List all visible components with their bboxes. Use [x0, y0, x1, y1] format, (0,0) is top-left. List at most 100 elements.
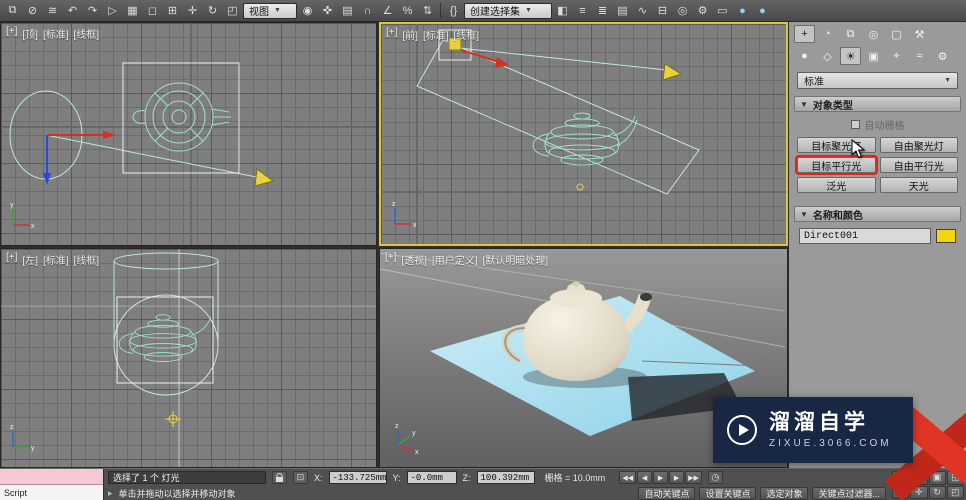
select-object-icon[interactable]: ▷ — [103, 2, 122, 20]
light-target-icon[interactable] — [255, 169, 273, 186]
render-iterative-icon[interactable]: ● — [753, 2, 772, 20]
target-direct-light-button[interactable]: 目标平行光 — [797, 157, 876, 173]
select-and-rotate-icon[interactable]: ↻ — [203, 2, 222, 20]
named-selection-sets-dropdown[interactable]: 创建选择集▼ — [464, 3, 552, 19]
free-direct-light-button[interactable]: 自由平行光 — [880, 157, 959, 173]
viewport-front[interactable]: [+] [前] [标准] [线框] — [379, 22, 788, 246]
selected-filter-dropdown[interactable]: 选定对象 — [760, 487, 808, 500]
skylight-button[interactable]: 天光 — [880, 177, 959, 193]
x-coordinate-field[interactable]: -133.725mm — [329, 471, 387, 484]
unlink-selection-icon[interactable]: ⊘ — [23, 2, 42, 20]
teapot-wireframe-left[interactable] — [119, 315, 211, 362]
rectangular-selection-region-icon[interactable]: ◻ — [143, 2, 162, 20]
viewport-shading[interactable]: [默认明暗处理] — [483, 252, 549, 267]
hierarchy-tab[interactable]: ⧉ — [840, 25, 861, 43]
time-configuration-icon[interactable]: ◷ — [708, 471, 723, 484]
viewport-view-name[interactable]: [左] — [22, 252, 38, 267]
select-and-scale-icon[interactable]: ◰ — [223, 2, 242, 20]
viewport-view-name[interactable]: [顶] — [22, 26, 38, 41]
modify-tab[interactable]: ◔ — [817, 25, 838, 43]
previous-frame-button[interactable]: ◀ — [637, 471, 652, 484]
key-filters-button[interactable]: 关键点过滤器... — [812, 487, 886, 500]
absolute-mode-toggle-icon[interactable]: ⊡ — [293, 471, 308, 484]
percent-snap-icon[interactable]: % — [398, 2, 417, 20]
set-key-button[interactable]: 设置关键点 — [699, 487, 756, 500]
layer-manager-icon[interactable]: ≣ — [593, 2, 612, 20]
listener-line[interactable]: Script — [0, 485, 103, 500]
direct-light-gizmo[interactable] — [10, 91, 261, 185]
maxscript-mini-listener[interactable]: Script — [0, 469, 104, 500]
name-color-rollout-header[interactable]: ▼ 名称和颜色 — [794, 206, 961, 222]
go-to-end-button[interactable]: ▶▶ — [685, 471, 702, 484]
teapot-wireframe-top[interactable] — [133, 83, 231, 151]
motion-tab[interactable]: ◎ — [863, 25, 884, 43]
viewport-left[interactable]: [+] [左] [标准] [线框] — [0, 248, 377, 468]
viewport-style[interactable]: [标准] — [43, 252, 69, 267]
lights-category[interactable]: ☀ — [840, 47, 861, 65]
select-and-manipulate-icon[interactable]: ✜ — [318, 2, 337, 20]
snap-toggle-icon[interactable]: ∩ — [358, 2, 377, 20]
viewport-shading[interactable]: [线框] — [74, 252, 100, 267]
curve-editor-icon[interactable]: ∿ — [633, 2, 652, 20]
autogrid-checkbox[interactable] — [851, 120, 860, 129]
omni-light-button[interactable]: 泛光 — [797, 177, 876, 193]
reference-coordinate-dropdown[interactable]: 视图▼ — [243, 3, 297, 19]
viewport-menu[interactable]: [+] — [6, 26, 17, 41]
angle-snap-icon[interactable]: ∠ — [378, 2, 397, 20]
helpers-category[interactable]: ⌖ — [886, 47, 907, 65]
rendered-frame-window-icon[interactable]: ▭ — [713, 2, 732, 20]
spacewarps-category[interactable]: ≈ — [909, 47, 930, 65]
viewport-top[interactable]: [+] [顶] [标准] [线框] — [0, 22, 377, 246]
viewport-menu[interactable]: [+] — [6, 252, 17, 267]
free-spotlight-button[interactable]: 自由聚光灯 — [880, 137, 959, 153]
align-icon[interactable]: ≡ — [573, 2, 592, 20]
viewport-style[interactable]: [标准] — [43, 26, 69, 41]
select-and-link-icon[interactable]: ⧉ — [3, 2, 22, 20]
display-tab[interactable]: ▢ — [886, 25, 907, 43]
direct-light-beam[interactable] — [114, 253, 218, 395]
render-setup-icon[interactable]: ⚙ — [693, 2, 712, 20]
material-editor-icon[interactable]: ◎ — [673, 2, 692, 20]
spinner-snap-icon[interactable]: ⇅ — [418, 2, 437, 20]
object-type-rollout-header[interactable]: ▼ 对象类型 — [794, 96, 961, 112]
teapot-wireframe-front[interactable] — [533, 113, 637, 165]
create-tab[interactable]: + — [794, 25, 815, 43]
keyboard-override-icon[interactable]: ▤ — [338, 2, 357, 20]
render-production-icon[interactable]: ● — [733, 2, 752, 20]
go-to-start-button[interactable]: ◀◀ — [619, 471, 636, 484]
select-by-name-icon[interactable]: ▦ — [123, 2, 142, 20]
redo-icon[interactable]: ↷ — [83, 2, 102, 20]
window-crossing-icon[interactable]: ⊞ — [163, 2, 182, 20]
graphite-ribbon-icon[interactable]: ▤ — [613, 2, 632, 20]
systems-category[interactable]: ⚙ — [932, 47, 953, 65]
light-type-dropdown[interactable]: 标准 ▼ — [797, 72, 958, 89]
use-pivot-center-icon[interactable]: ◉ — [298, 2, 317, 20]
play-button[interactable]: ▶ — [653, 471, 668, 484]
schematic-view-icon[interactable]: ⊟ — [653, 2, 672, 20]
select-and-move-icon[interactable]: ✛ — [183, 2, 202, 20]
undo-icon[interactable]: ↶ — [63, 2, 82, 20]
object-name-field[interactable]: Direct001 — [799, 228, 931, 244]
object-color-swatch[interactable] — [936, 229, 956, 243]
y-coordinate-field[interactable]: -0.0mm — [407, 471, 457, 484]
utilities-tab[interactable]: ⚒ — [909, 25, 930, 43]
edit-named-selection-sets-icon[interactable]: {} — [444, 2, 463, 20]
viewport-shading[interactable]: [线框] — [454, 27, 480, 42]
macro-recorder-line[interactable] — [0, 469, 103, 485]
next-frame-button[interactable]: ▶ — [669, 471, 684, 484]
mirror-icon[interactable]: ◧ — [553, 2, 572, 20]
viewport-menu[interactable]: [+] — [386, 27, 397, 42]
viewport-style[interactable]: [标准] — [423, 27, 449, 42]
viewport-view-name[interactable]: [前] — [402, 27, 418, 42]
z-coordinate-field[interactable]: 100.392mm — [477, 471, 535, 484]
viewport-view-name[interactable]: [透视] — [401, 252, 427, 267]
viewport-shading[interactable]: [线框] — [74, 26, 100, 41]
selection-lock-icon[interactable] — [272, 471, 287, 484]
light-target-icon[interactable] — [663, 64, 681, 80]
viewport-style[interactable]: [用户定义] — [432, 252, 478, 267]
shapes-category[interactable]: ◇ — [817, 47, 838, 65]
bind-to-space-warp-icon[interactable]: ≋ — [43, 2, 62, 20]
auto-key-button[interactable]: 自动关键点 — [638, 487, 695, 500]
viewport-menu[interactable]: [+] — [385, 252, 396, 267]
cameras-category[interactable]: ▣ — [863, 47, 884, 65]
